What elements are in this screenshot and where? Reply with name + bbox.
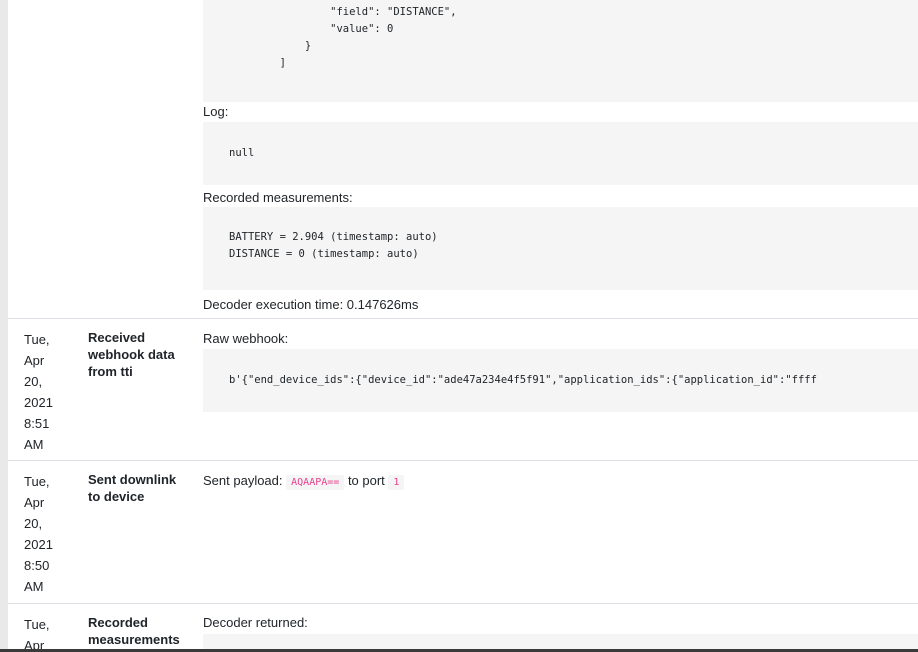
date-line: 20, bbox=[24, 516, 43, 531]
date-line: 20, bbox=[24, 374, 43, 389]
date-line: AM bbox=[24, 437, 44, 452]
date-line: 8:50 bbox=[24, 558, 50, 573]
log-label: Log: bbox=[203, 104, 229, 119]
raw-webhook-label: Raw webhook: bbox=[203, 331, 289, 346]
event-date: Tue, Apr bbox=[24, 614, 70, 649]
date-line: Tue, bbox=[24, 332, 50, 347]
date-line: 2021 bbox=[24, 395, 53, 410]
recorded-measurements-label: Recorded measurements: bbox=[203, 190, 353, 205]
event-detail: Decoder returned: bbox=[203, 604, 918, 649]
raw-webhook-code: b'{"end_device_ids":{"device_id":"ade47a… bbox=[203, 349, 918, 412]
decoder-returned-label: Decoder returned: bbox=[203, 615, 308, 630]
date-line: 8:51 bbox=[24, 416, 50, 431]
sent-payload-label: Sent payload: bbox=[203, 473, 283, 488]
date-line: Apr bbox=[24, 353, 45, 368]
date-line: Apr bbox=[24, 638, 45, 649]
port-label: to port bbox=[347, 473, 385, 488]
log-code: null bbox=[203, 122, 918, 185]
event-detail: Sent payload: AQAAPA== to port 1 bbox=[203, 461, 918, 604]
date-line: Tue, bbox=[24, 474, 50, 489]
sent-payload-line: Sent payload: AQAAPA== to port 1 bbox=[203, 471, 405, 493]
event-title: Recorded measurements bbox=[88, 615, 180, 647]
date-line: 2021 bbox=[24, 537, 53, 552]
port-value: 1 bbox=[388, 475, 405, 490]
event-detail: "field": "DISTANCE", "value": 0 } ] Log:… bbox=[203, 0, 918, 318]
date-line: AM bbox=[24, 579, 44, 594]
event-row: "field": "DISTANCE", "value": 0 } ] Log:… bbox=[8, 0, 918, 318]
event-title: Received webhook data from tti bbox=[88, 330, 175, 379]
decoder-execution-time: Decoder execution time: 0.147626ms bbox=[203, 297, 419, 312]
event-row: Tue, Apr 20, 2021 8:51 AM Received webho… bbox=[8, 318, 918, 461]
payload-value: AQAAPA== bbox=[286, 475, 345, 490]
recorded-measurements-code: BATTERY = 2.904 (timestamp: auto) DISTAN… bbox=[203, 207, 918, 290]
date-line: Apr bbox=[24, 495, 45, 510]
decoder-output-code: "field": "DISTANCE", "value": 0 } ] bbox=[203, 0, 918, 102]
date-line: Tue, bbox=[24, 617, 50, 632]
event-date: Tue, Apr 20, 2021 8:50 AM bbox=[24, 471, 70, 597]
event-detail: Raw webhook: b'{"end_device_ids":{"devic… bbox=[203, 319, 918, 461]
event-row: Tue, Apr 20, 2021 8:50 AM Sent downlink … bbox=[8, 460, 918, 604]
event-row: Tue, Apr Recorded measurements Decoder r… bbox=[8, 603, 918, 649]
decoder-returned-code bbox=[203, 634, 918, 649]
event-log-panel: "field": "DISTANCE", "value": 0 } ] Log:… bbox=[8, 0, 918, 649]
event-date: Tue, Apr 20, 2021 8:51 AM bbox=[24, 329, 70, 455]
event-title: Sent downlink to device bbox=[88, 472, 177, 504]
